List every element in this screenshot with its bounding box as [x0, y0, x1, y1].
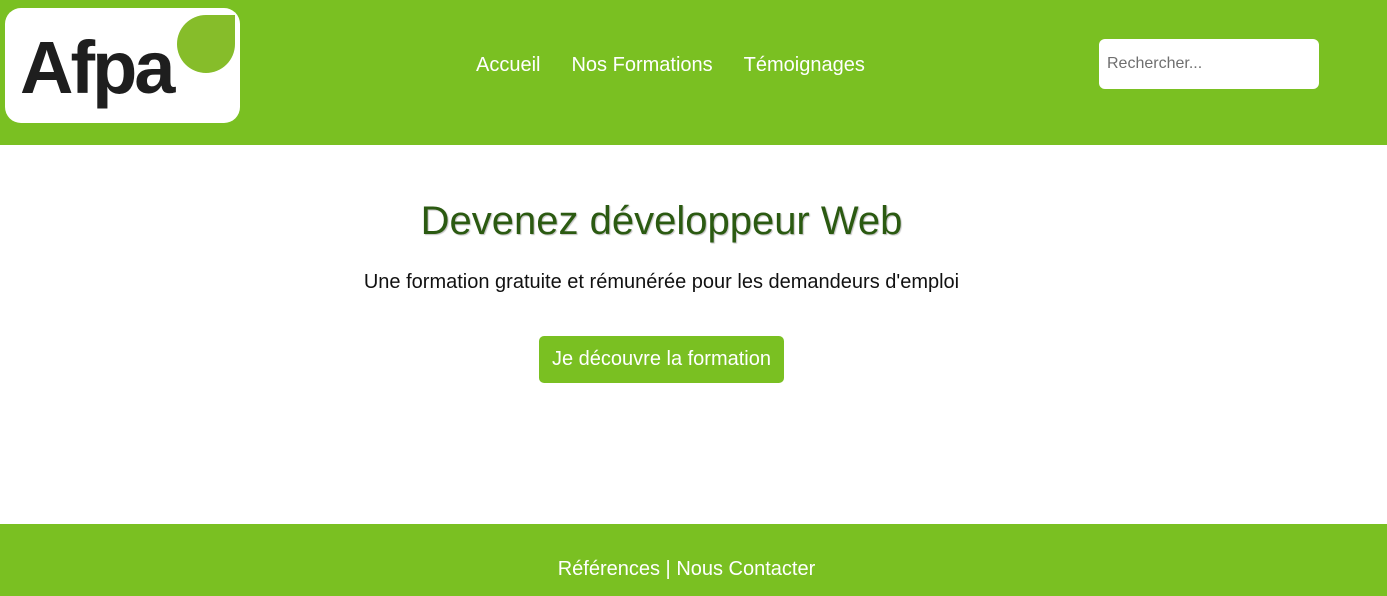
- hero-title: Devenez développeur Web: [420, 199, 903, 243]
- footer-link-references[interactable]: Références: [558, 558, 660, 580]
- footer-links: Références | Nous Contacter: [0, 556, 1373, 582]
- afpa-logo[interactable]: Afpa: [5, 8, 240, 123]
- nav-link-accueil[interactable]: Accueil: [476, 52, 540, 78]
- search-input[interactable]: [1099, 39, 1319, 89]
- footer-link-contact[interactable]: Nous Contacter: [676, 558, 815, 580]
- discover-training-button[interactable]: Je découvre la formation: [539, 336, 784, 383]
- hero-subtitle: Une formation gratuite et rémunérée pour…: [363, 271, 960, 293]
- leaf-icon: [177, 15, 235, 73]
- nav-link-nos-formations[interactable]: Nos Formations: [571, 52, 712, 78]
- site-footer: Références | Nous Contacter: [0, 524, 1387, 596]
- nav-link-temoignages[interactable]: Témoignages: [744, 52, 865, 78]
- site-header: Afpa Accueil Nos Formations Témoignages: [0, 0, 1387, 145]
- footer-separator: |: [665, 558, 671, 580]
- logo-wordmark: Afpa: [20, 26, 175, 109]
- main-nav: Accueil Nos Formations Témoignages: [476, 52, 865, 78]
